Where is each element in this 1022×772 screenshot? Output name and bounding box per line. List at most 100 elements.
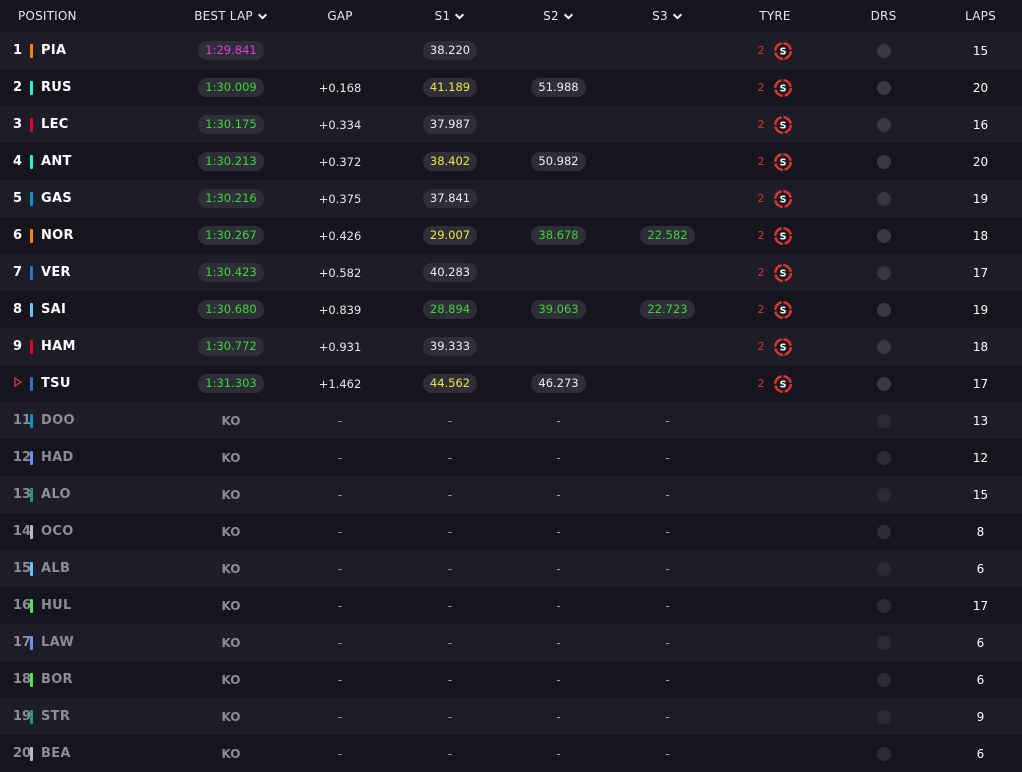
- tyre-age: 2: [757, 118, 765, 131]
- gap-value: -: [337, 487, 343, 502]
- soft-tyre-icon: S: [773, 115, 792, 134]
- sector-2-cell: [504, 254, 613, 291]
- laps-cell: 19: [939, 291, 1022, 328]
- sector-3-cell: [613, 106, 722, 143]
- laps-cell: 20: [939, 143, 1022, 180]
- position-cell: 4 ANT: [0, 143, 178, 180]
- sector-1-cell: 38.220: [396, 32, 504, 69]
- sector-2-cell: 51.988: [504, 69, 613, 106]
- tyre-compound-letter: S: [779, 379, 786, 390]
- tyre-info: 2S: [758, 374, 793, 394]
- gap-cell: +0.839: [284, 291, 396, 328]
- gap-cell: -: [284, 476, 396, 513]
- sector-2-cell: -: [504, 550, 613, 587]
- tyre-compound-letter: S: [779, 305, 786, 316]
- table-row[interactable]: 12 HAD KO - - - - 12: [0, 439, 1022, 476]
- driver-code: HUL: [41, 598, 72, 613]
- gap-cell: -: [284, 661, 396, 698]
- best-lap-cell: KO: [178, 550, 284, 587]
- table-row[interactable]: TSU 1:31.303 +1.462 44.562 46.273 2 S 17: [0, 365, 1022, 402]
- sector-1-value: -: [447, 598, 453, 613]
- table-row[interactable]: 16 HUL KO - - - - 17: [0, 587, 1022, 624]
- laps-cell: 6: [939, 661, 1022, 698]
- sector-1-cell: 28.894: [396, 291, 504, 328]
- sector-1-cell: -: [396, 402, 504, 439]
- drs-indicator-icon: [876, 43, 891, 58]
- position-cell: 16 HUL: [0, 587, 178, 624]
- sector-1-cell: -: [396, 476, 504, 513]
- header-s1-sort[interactable]: S1: [396, 0, 504, 32]
- laps-cell: 17: [939, 365, 1022, 402]
- sector-3-cell: [613, 254, 722, 291]
- best-lap-cell: KO: [178, 439, 284, 476]
- table-row[interactable]: 2 RUS 1:30.009 +0.168 41.189 51.988 2 S 20: [0, 69, 1022, 106]
- sector-3-value: -: [665, 487, 670, 502]
- table-row[interactable]: 6 NOR 1:30.267 +0.426 29.007 38.678 22.582 2 S 18: [0, 217, 1022, 254]
- table-row[interactable]: 8 SAI 1:30.680 +0.839 28.894 39.063 22.723 2 S 19: [0, 291, 1022, 328]
- gap-cell: [284, 32, 396, 69]
- driver-code: RUS: [41, 80, 72, 95]
- table-row[interactable]: 3 LEC 1:30.175 +0.334 37.987 2 S 16: [0, 106, 1022, 143]
- table-row[interactable]: 7 VER 1:30.423 +0.582 40.283 2 S 17: [0, 254, 1022, 291]
- table-row[interactable]: 9 HAM 1:30.772 +0.931 39.333 2 S 18: [0, 328, 1022, 365]
- sector-2-cell: -: [504, 513, 613, 550]
- sector-1-time: 37.841: [422, 189, 478, 208]
- tyre-cell: 2S: [722, 180, 828, 217]
- table-row[interactable]: 13 ALO KO - - - - 15: [0, 476, 1022, 513]
- header-best-lap-sort[interactable]: BEST LAP: [178, 0, 284, 32]
- header-laps: LAPS: [965, 9, 996, 23]
- table-row[interactable]: 11 DOO KO - - - - 13: [0, 402, 1022, 439]
- gap-cell: +0.372: [284, 143, 396, 180]
- gap-cell: +0.582: [284, 254, 396, 291]
- laps-count: 15: [972, 487, 989, 502]
- best-lap-cell: 1:30.175: [178, 106, 284, 143]
- tyre-cell: 2S: [722, 254, 828, 291]
- driver-code: HAM: [41, 339, 76, 354]
- best-lap-cell: 1:30.680: [178, 291, 284, 328]
- gap-cell: -: [284, 735, 396, 772]
- team-color-bar: [30, 709, 33, 724]
- sector-2-cell: 38.678: [504, 217, 613, 254]
- position-cell: 1 PIA: [0, 32, 178, 69]
- tyre-compound-letter: S: [779, 268, 786, 279]
- position-number: 8: [13, 302, 23, 317]
- table-row[interactable]: 19 STR KO - - - - 9: [0, 698, 1022, 735]
- header-s3-sort[interactable]: S3: [613, 0, 722, 32]
- driver-code: STR: [41, 709, 71, 724]
- position-cell: 17 LAW: [0, 624, 178, 661]
- sector-1-cell: 40.283: [396, 254, 504, 291]
- drs-indicator-icon: [876, 154, 891, 169]
- table-row[interactable]: 1 PIA 1:29.841 38.220 2 S 15: [0, 32, 1022, 69]
- knocked-out-label: KO: [221, 413, 241, 428]
- drs-cell: [828, 550, 939, 587]
- drs-indicator-icon: [876, 117, 891, 132]
- knocked-out-label: KO: [221, 709, 241, 724]
- soft-tyre-icon: S: [773, 374, 792, 393]
- table-row[interactable]: 18 BOR KO - - - - 6: [0, 661, 1022, 698]
- table-row[interactable]: 4 ANT 1:30.213 +0.372 38.402 50.982 2 S 20: [0, 143, 1022, 180]
- laps-cell: 8: [939, 513, 1022, 550]
- table-row[interactable]: 5 GAS 1:30.216 +0.375 37.841 2 S 19: [0, 180, 1022, 217]
- driver-code: GAS: [41, 191, 72, 206]
- driver-code: ALB: [41, 561, 71, 576]
- table-row[interactable]: 20 BEA KO - - - - 6: [0, 735, 1022, 772]
- knocked-out-label: KO: [221, 450, 241, 465]
- tyre-compound-letter: S: [779, 120, 786, 131]
- tyre-age: 2: [757, 377, 765, 390]
- table-row[interactable]: 15 ALB KO - - - - 6: [0, 550, 1022, 587]
- table-row[interactable]: 14 OCO KO - - - - 8: [0, 513, 1022, 550]
- team-color-bar: [30, 228, 33, 243]
- drs-cell: [828, 291, 939, 328]
- sector-1-value: -: [447, 450, 453, 465]
- laps-count: 18: [972, 228, 989, 243]
- tyre-info: 2S: [758, 41, 793, 61]
- tyre-cell: [722, 698, 828, 735]
- laps-cell: 19: [939, 180, 1022, 217]
- sector-1-cell: -: [396, 624, 504, 661]
- sector-2-time: 39.063: [531, 300, 586, 319]
- drs-indicator-icon: [876, 524, 891, 539]
- position-cell: 7 VER: [0, 254, 178, 291]
- header-s2-sort[interactable]: S2: [504, 0, 613, 32]
- team-color-bar: [30, 487, 33, 502]
- table-row[interactable]: 17 LAW KO - - - - 6: [0, 624, 1022, 661]
